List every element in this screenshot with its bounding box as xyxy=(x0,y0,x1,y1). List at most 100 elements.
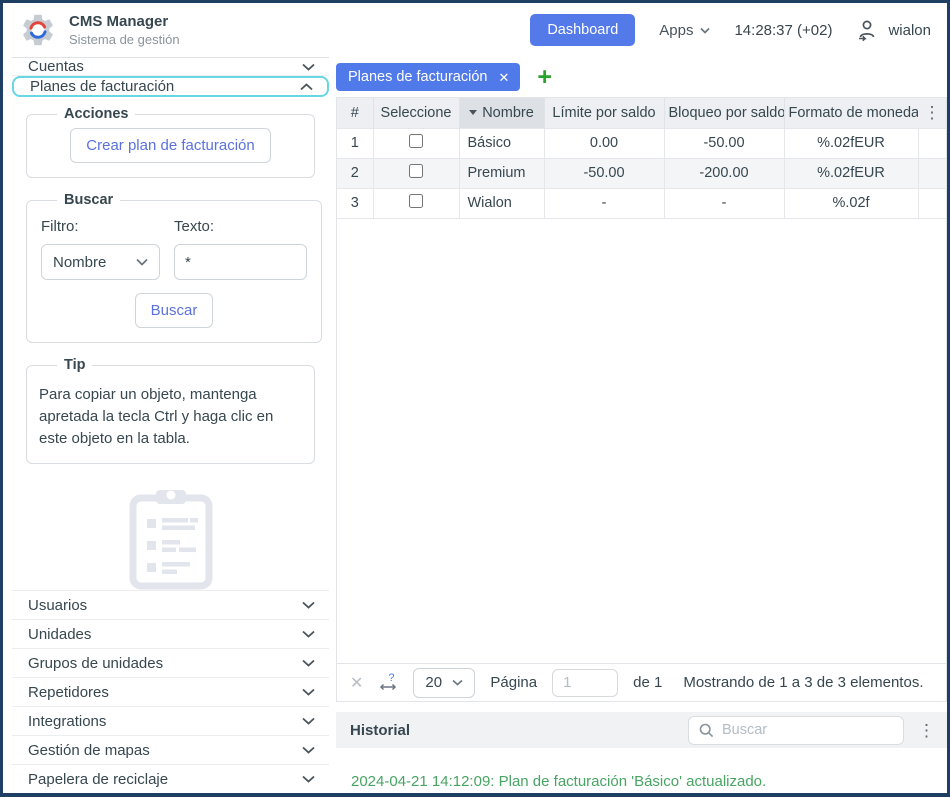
chevron-down-icon xyxy=(302,63,315,71)
chevron-down-icon xyxy=(302,688,315,696)
add-tab-button[interactable]: + xyxy=(537,66,552,88)
dashboard-button[interactable]: Dashboard xyxy=(530,14,635,46)
row-select-checkbox[interactable] xyxy=(409,194,423,208)
chevron-down-icon xyxy=(452,679,463,686)
sort-desc-icon xyxy=(469,110,477,115)
apps-menu[interactable]: Apps xyxy=(659,22,710,39)
history-title: Historial xyxy=(350,722,410,739)
page-size-select[interactable]: 20 xyxy=(413,668,475,698)
sidebar-item-label: Repetidores xyxy=(28,684,302,701)
texto-label: Texto: xyxy=(174,218,307,235)
items-summary: Mostrando de 1 a 3 de 3 elementos. xyxy=(683,674,923,691)
table-row[interactable]: 2 Premium -50.00 -200.00 %.02fEUR xyxy=(337,158,946,188)
row-format: %.02fEUR xyxy=(784,158,918,188)
page-label: Página xyxy=(490,674,537,691)
sidebar-item-planes-de-facturacion[interactable]: Planes de facturación xyxy=(12,76,329,97)
tab-bar: Planes de facturación ✕ + xyxy=(336,57,947,97)
col-header-limite-por-saldo[interactable]: Límite por saldo xyxy=(544,98,664,128)
filtro-selected-value: Nombre xyxy=(53,254,106,271)
tab-planes-de-facturacion[interactable]: Planes de facturación ✕ xyxy=(336,63,520,91)
col-header-num[interactable]: # xyxy=(337,98,373,128)
filtro-select[interactable]: Nombre xyxy=(41,244,160,280)
sidebar-item-label: Planes de facturación xyxy=(30,78,300,95)
jump-to-item-icon[interactable]: ? xyxy=(378,674,398,691)
sidebar-item-label: Grupos de unidades xyxy=(28,655,302,672)
app-subtitle: Sistema de gestión xyxy=(69,32,180,47)
history-header: Historial ⋮ xyxy=(336,712,947,748)
clock: 14:28:37 (+02) xyxy=(734,22,832,39)
page-number-input[interactable] xyxy=(552,669,618,697)
sidebar-item-unidades[interactable]: Unidades xyxy=(12,619,329,648)
sidebar-item-cuentas[interactable]: Cuentas xyxy=(12,58,329,76)
row-num: 3 xyxy=(337,188,373,218)
apps-label: Apps xyxy=(659,22,693,39)
sidebar-item-usuarios[interactable]: Usuarios xyxy=(12,590,329,619)
page-count-label: de 1 xyxy=(633,674,662,691)
app-title: CMS Manager xyxy=(69,13,180,30)
chevron-down-icon xyxy=(302,775,315,783)
history-panel: Historial ⋮ 2024-04-21 14:12:09: Plan de… xyxy=(336,712,947,790)
col-header-bloqueo-por-saldo[interactable]: Bloqueo por saldo xyxy=(664,98,784,128)
row-format: %.02fEUR xyxy=(784,128,918,158)
history-entry: 2024-04-21 14:12:09: Plan de facturación… xyxy=(336,748,947,790)
row-limit: -50.00 xyxy=(544,158,664,188)
search-icon xyxy=(699,723,714,738)
sidebar-item-label: Unidades xyxy=(28,626,302,643)
clipboard-illustration-icon xyxy=(129,486,213,590)
texto-input[interactable] xyxy=(174,244,307,280)
chevron-down-icon xyxy=(302,746,315,754)
history-search-box[interactable] xyxy=(688,716,904,745)
chevron-down-icon xyxy=(302,659,315,667)
main-area: Planes de facturación ✕ + # Seleccione N… xyxy=(336,57,947,790)
table-row[interactable]: 3 Wialon - - %.02f xyxy=(337,188,946,218)
sidebar-item-label: Integrations xyxy=(28,713,302,730)
row-select-checkbox[interactable] xyxy=(409,164,423,178)
row-num: 1 xyxy=(337,128,373,158)
chevron-up-icon xyxy=(300,83,313,91)
row-format: %.02f xyxy=(784,188,918,218)
user-icon xyxy=(856,18,878,42)
pagination-bar: ✕ ? 20 Página de 1 Mostrando de 1 a 3 de… xyxy=(337,663,946,701)
row-name: Premium xyxy=(459,158,544,188)
sidebar: Cuentas Planes de facturación Acciones C… xyxy=(12,57,329,790)
col-header-formato-de-moneda[interactable]: Formato de moneda xyxy=(784,98,918,128)
sidebar-expanded-panel: Acciones Crear plan de facturación Busca… xyxy=(12,97,329,590)
chevron-down-icon xyxy=(302,630,315,638)
tab-close-icon[interactable]: ✕ xyxy=(498,71,509,84)
history-search-input[interactable] xyxy=(722,722,893,738)
chevron-down-icon xyxy=(302,717,315,725)
create-billing-plan-button[interactable]: Crear plan de facturación xyxy=(70,128,270,163)
tab-label: Planes de facturación xyxy=(348,69,487,85)
filtro-label: Filtro: xyxy=(41,218,160,235)
table-header-row: # Seleccione Nombre Límite por saldo Blo… xyxy=(337,98,946,128)
acciones-section: Acciones Crear plan de facturación xyxy=(26,106,315,178)
row-name: Wialon xyxy=(459,188,544,218)
row-block: -50.00 xyxy=(664,128,784,158)
page-size-value: 20 xyxy=(425,674,442,691)
row-num: 2 xyxy=(337,158,373,188)
row-block: - xyxy=(664,188,784,218)
acciones-legend: Acciones xyxy=(57,106,135,122)
sidebar-item-integrations[interactable]: Integrations xyxy=(12,706,329,735)
clear-selection-icon[interactable]: ✕ xyxy=(350,673,363,693)
buscar-section: Buscar Filtro: Nombre Texto: xyxy=(26,192,322,343)
sidebar-item-label: Papelera de reciclaje xyxy=(28,771,302,788)
table-row[interactable]: 1 Básico 0.00 -50.00 %.02fEUR xyxy=(337,128,946,158)
row-select-checkbox[interactable] xyxy=(409,134,423,148)
sidebar-bottom-items: Usuarios Unidades Grupos de unidades Rep… xyxy=(12,590,329,793)
sidebar-item-gestion-de-mapas[interactable]: Gestión de mapas xyxy=(12,735,329,764)
buscar-legend: Buscar xyxy=(57,192,120,208)
sidebar-item-papelera-de-reciclaje[interactable]: Papelera de reciclaje xyxy=(12,764,329,793)
user-menu[interactable]: wialon xyxy=(856,18,931,42)
chevron-down-icon xyxy=(136,258,148,266)
row-limit: - xyxy=(544,188,664,218)
sidebar-item-label: Usuarios xyxy=(28,597,302,614)
sidebar-item-repetidores[interactable]: Repetidores xyxy=(12,677,329,706)
sidebar-item-grupos-de-unidades[interactable]: Grupos de unidades xyxy=(12,648,329,677)
buscar-button[interactable]: Buscar xyxy=(135,293,214,328)
col-header-nombre[interactable]: Nombre xyxy=(459,98,544,128)
grid-menu-icon[interactable]: ⋮ xyxy=(924,103,941,122)
col-header-seleccione[interactable]: Seleccione xyxy=(373,98,459,128)
tip-legend: Tip xyxy=(57,357,92,373)
history-menu-icon[interactable]: ⋮ xyxy=(918,722,935,739)
